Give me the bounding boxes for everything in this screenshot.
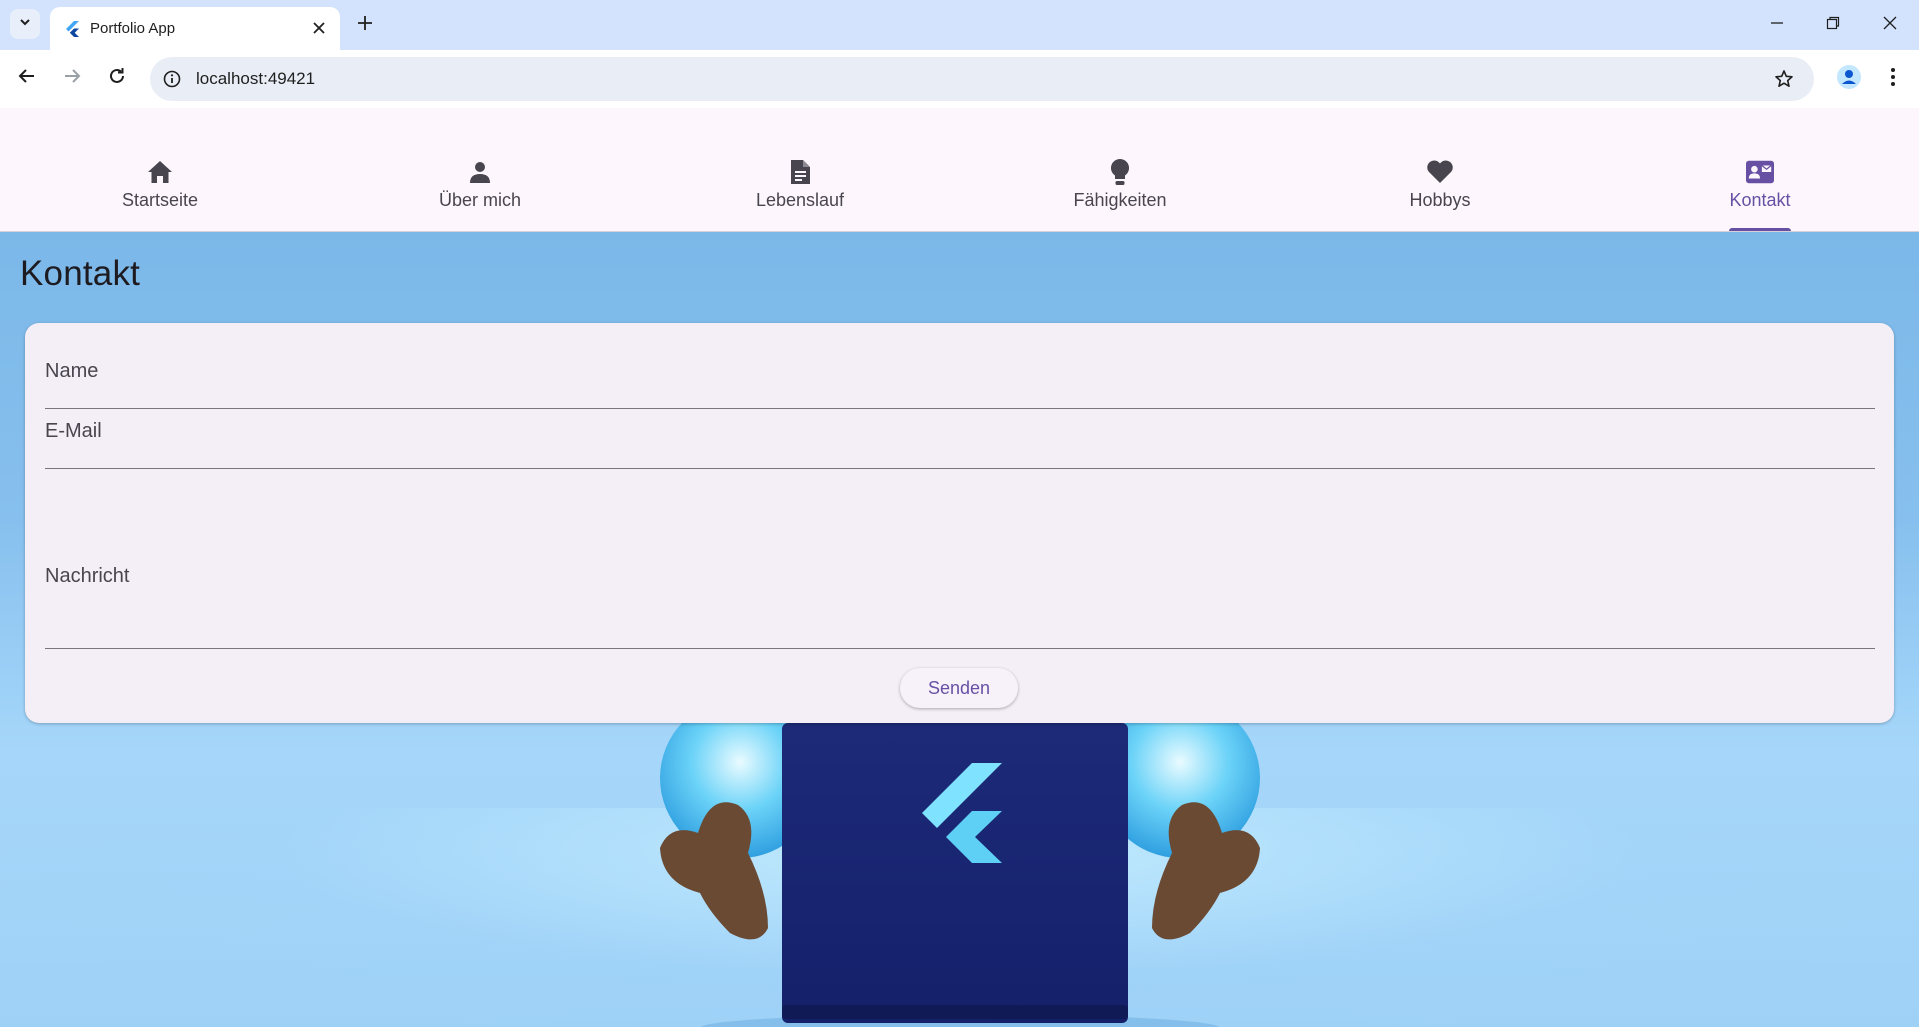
tab-label: Über mich <box>438 190 522 210</box>
reload-button[interactable] <box>101 62 133 94</box>
back-button[interactable] <box>11 62 43 94</box>
lightbulb-icon <box>1106 158 1134 186</box>
tab-startseite[interactable]: Startseite <box>0 108 320 231</box>
chevron-down-icon <box>18 15 32 34</box>
name-field[interactable]: Name <box>45 345 1875 409</box>
reload-icon <box>108 67 126 90</box>
app-viewport: Startseite Über mich Lebenslauf Fähigkei… <box>0 108 1919 1027</box>
active-tab-indicator <box>1729 228 1791 231</box>
tab-label: Startseite <box>121 190 199 210</box>
browser-tab[interactable]: Portfolio App <box>50 7 340 50</box>
message-textarea[interactable] <box>45 508 1875 642</box>
app-navigation-bar: Startseite Über mich Lebenslauf Fähigkei… <box>0 108 1919 232</box>
close-window-button[interactable] <box>1875 10 1905 40</box>
tab-faehigkeiten[interactable]: Fähigkeiten <box>960 108 1280 231</box>
minimize-icon <box>1770 16 1784 35</box>
info-icon[interactable] <box>160 67 184 91</box>
page-title: Kontakt <box>20 254 141 293</box>
close-tab-icon[interactable] <box>308 17 330 39</box>
plus-icon <box>357 15 373 36</box>
person-icon <box>466 158 494 186</box>
arrow-right-icon <box>63 67 81 90</box>
browser-tab-strip: Portfolio App <box>0 0 1919 50</box>
browser-menu-button[interactable] <box>1878 64 1908 94</box>
forward-button[interactable] <box>56 62 88 94</box>
restore-icon <box>1826 16 1840 35</box>
tab-lebenslauf[interactable]: Lebenslauf <box>640 108 960 231</box>
tab-kontakt[interactable]: Kontakt <box>1600 108 1919 231</box>
document-icon <box>786 158 814 186</box>
tab-search-button[interactable] <box>10 9 40 39</box>
avatar-icon <box>1836 64 1862 95</box>
dash-mascot-illustration <box>660 723 1260 1027</box>
tab-label: Kontakt <box>1729 190 1791 210</box>
tab-label: Lebenslauf <box>755 190 845 210</box>
tab-label: Fähigkeiten <box>1073 190 1167 210</box>
close-icon <box>1883 16 1897 35</box>
tab-ueber-mich[interactable]: Über mich <box>320 108 640 231</box>
new-tab-button[interactable] <box>352 12 378 38</box>
name-input[interactable] <box>45 359 1875 391</box>
arrow-left-icon <box>18 67 36 90</box>
contact-mail-icon <box>1746 158 1774 186</box>
profile-button[interactable] <box>1834 64 1864 94</box>
message-field[interactable]: Nachricht <box>45 468 1875 649</box>
send-button[interactable]: Senden <box>900 668 1018 708</box>
tab-label: Hobbys <box>1409 190 1471 210</box>
address-bar[interactable]: localhost:49421 <box>150 57 1814 101</box>
more-vert-icon <box>1890 67 1896 92</box>
browser-toolbar: localhost:49421 <box>0 50 1919 108</box>
bookmark-star-icon[interactable] <box>1772 67 1796 91</box>
url-text[interactable]: localhost:49421 <box>196 69 315 89</box>
flutter-favicon-icon <box>64 20 82 38</box>
tab-title: Portfolio App <box>90 20 176 37</box>
email-field[interactable]: E-Mail <box>45 408 1875 469</box>
email-input[interactable] <box>45 418 1875 450</box>
heart-icon <box>1426 158 1454 186</box>
minimize-button[interactable] <box>1762 10 1792 40</box>
contact-form-card: Name E-Mail Nachricht Senden <box>25 323 1894 723</box>
tab-hobbys[interactable]: Hobbys <box>1280 108 1600 231</box>
home-icon <box>146 158 174 186</box>
restore-button[interactable] <box>1818 10 1848 40</box>
